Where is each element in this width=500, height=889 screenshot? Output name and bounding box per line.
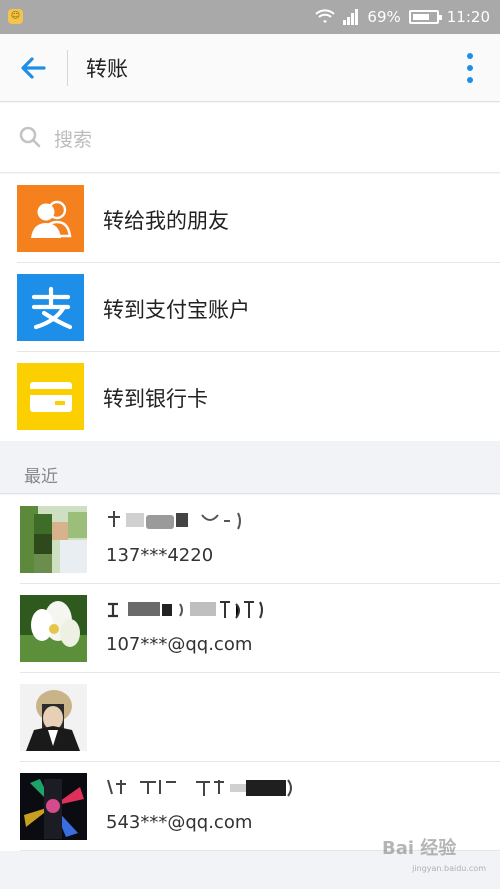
section-title: 最近	[24, 467, 58, 487]
contact-account: 543***@qq.com	[106, 812, 253, 833]
list-item[interactable]: 107***@qq.com	[0, 584, 500, 673]
recent-contacts-list: 137***4220 107***@qq.com 543***@qq.com	[0, 495, 500, 851]
menu-item-alipay-account[interactable]: 转到支付宝账户	[0, 263, 500, 352]
contact-name-redacted	[108, 601, 263, 619]
notification-icon: ☺	[8, 9, 23, 24]
menu-item-bank-card[interactable]: 转到银行卡	[0, 352, 500, 441]
menu-item-label: 转到支付宝账户	[103, 298, 250, 322]
status-bar: ☺ 69% 11:20	[0, 0, 500, 34]
battery-percent: 69%	[367, 8, 401, 26]
avatar	[20, 595, 87, 662]
list-item[interactable]	[0, 673, 500, 762]
page-title: 转账	[86, 57, 128, 81]
contact-name-redacted	[107, 779, 292, 797]
menu-item-label: 转到银行卡	[103, 387, 208, 411]
list-item[interactable]: 137***4220	[0, 495, 500, 584]
clock: 11:20	[446, 8, 490, 26]
alipay-icon	[17, 274, 84, 341]
signal-icon	[343, 9, 359, 25]
back-arrow-icon[interactable]	[14, 50, 54, 86]
bank-card-icon	[17, 363, 84, 430]
avatar	[20, 506, 87, 573]
baidu-jingyan-watermark: Bai 经验 jingyan.baidu.com	[382, 838, 486, 873]
recent-section-header: 最近	[0, 441, 500, 494]
search-icon	[19, 126, 41, 148]
app-bar-divider	[67, 50, 68, 86]
contact-account: 137***4220	[106, 545, 214, 566]
more-options-icon[interactable]	[458, 48, 482, 88]
battery-icon	[408, 10, 442, 24]
contacts-icon	[17, 185, 84, 252]
avatar	[20, 684, 87, 751]
contact-account: 107***@qq.com	[106, 634, 253, 655]
avatar	[20, 773, 87, 840]
contact-name-redacted	[108, 511, 241, 530]
transfer-options: 转给我的朋友 转到支付宝账户 转到银行卡	[0, 174, 500, 441]
search-bar[interactable]: 搜索	[0, 103, 500, 173]
menu-item-friends[interactable]: 转给我的朋友	[0, 174, 500, 263]
menu-item-label: 转给我的朋友	[103, 209, 229, 233]
search-placeholder: 搜索	[54, 129, 93, 151]
wifi-icon	[315, 9, 336, 23]
app-bar: 转账	[0, 34, 500, 102]
